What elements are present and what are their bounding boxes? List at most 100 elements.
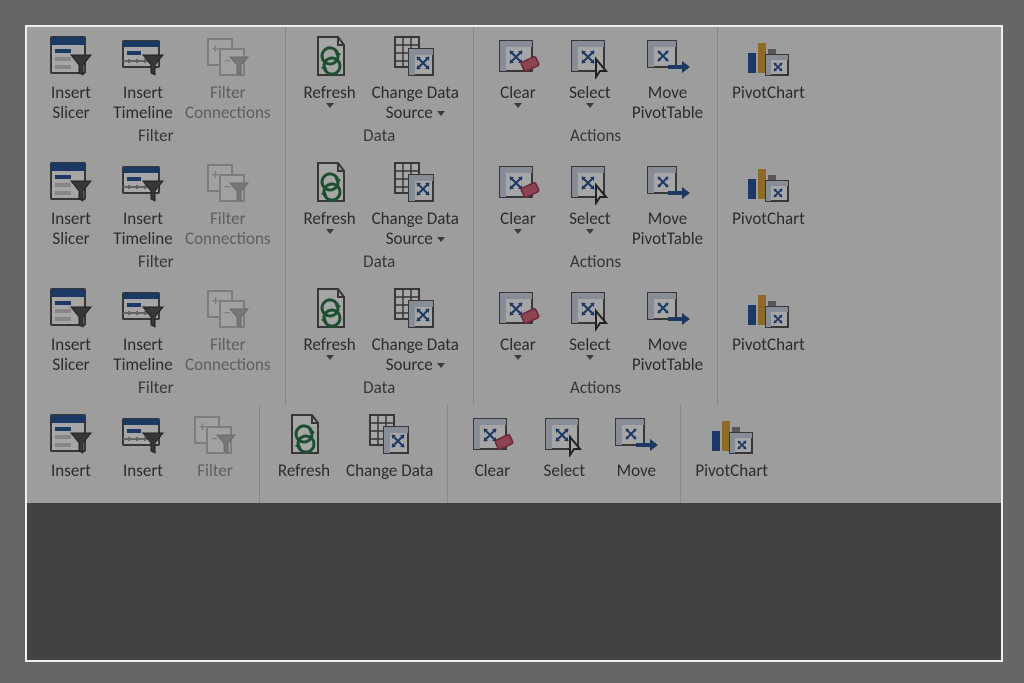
pivotchart-label: PivotChart <box>695 461 768 501</box>
dropdown-caret-icon <box>437 237 445 242</box>
group-filter: InsertInsertFilter <box>27 405 260 503</box>
dropdown-caret-icon <box>514 103 522 108</box>
clear-label: Clear <box>500 335 536 375</box>
timeline-icon <box>121 413 165 457</box>
ribbon-row: InsertSlicerInsertTimelineFilterConnecti… <box>27 279 1001 405</box>
filter-connections-label: FilterConnections <box>185 209 271 249</box>
clear-button[interactable]: Clear <box>482 285 554 375</box>
move-pivottable-label: MovePivotTable <box>632 209 703 249</box>
change-data-source-label: Change DataSource <box>372 335 459 375</box>
slicer-icon <box>49 35 93 79</box>
insert-slicer-label: InsertSlicer <box>51 83 91 123</box>
select-button[interactable]: Select <box>528 411 600 501</box>
select-button[interactable]: Select <box>554 159 626 249</box>
pivotchart-button[interactable]: PivotChart <box>726 159 811 249</box>
move-pivottable-button[interactable]: MovePivotTable <box>626 159 709 249</box>
insert-slicer-button[interactable]: InsertSlicer <box>35 33 107 123</box>
group-data: RefreshChange Data <box>260 405 448 503</box>
move-pivottable-label: Move <box>617 461 656 501</box>
dropdown-caret-icon <box>586 355 594 360</box>
slicer-icon <box>49 413 93 457</box>
insert-slicer-label: Insert <box>51 461 91 501</box>
filter-connections-icon <box>206 161 250 205</box>
move-pivottable-button[interactable]: MovePivotTable <box>626 285 709 375</box>
group-title-actions: Actions <box>570 123 621 151</box>
refresh-button[interactable]: Refresh <box>294 159 366 249</box>
insert-slicer-button[interactable]: InsertSlicer <box>35 159 107 249</box>
pivotchart-button[interactable]: PivotChart <box>726 285 811 375</box>
pivotchart-button[interactable]: PivotChart <box>689 411 774 501</box>
filter-connections-button: FilterConnections <box>179 285 277 375</box>
group-tools: PivotChart <box>718 27 819 153</box>
select-button[interactable]: Select <box>554 33 626 123</box>
pivot-chart-icon <box>710 413 754 457</box>
timeline-icon <box>121 161 165 205</box>
clear-button[interactable]: Clear <box>482 159 554 249</box>
dropdown-caret-icon <box>326 103 334 108</box>
select-button[interactable]: Select <box>554 285 626 375</box>
group-title-actions: Actions <box>570 375 621 403</box>
dropdown-caret-icon <box>514 355 522 360</box>
dropdown-caret-icon <box>586 103 594 108</box>
timeline-icon <box>121 35 165 79</box>
pivotchart-label: PivotChart <box>732 335 805 375</box>
insert-timeline-label: InsertTimeline <box>113 209 172 249</box>
group-data: Refresh Change DataSourceData <box>286 153 474 279</box>
change-data-source-label: Change DataSource <box>372 209 459 249</box>
clear-label: Clear <box>500 83 536 123</box>
insert-timeline-label: Insert <box>123 461 163 501</box>
select-label: Select <box>569 335 611 375</box>
clear-label: Clear <box>475 461 511 501</box>
pivotchart-label: PivotChart <box>732 83 805 123</box>
group-tools: PivotChart <box>681 405 782 503</box>
dropdown-caret-icon <box>586 229 594 234</box>
change-data-source-label: Change Data <box>346 461 433 501</box>
move-pivottable-button[interactable]: Move <box>600 411 672 501</box>
insert-timeline-button[interactable]: Insert <box>107 411 179 501</box>
change-data-source-icon <box>393 287 437 331</box>
group-title-filter: Filter <box>138 375 174 403</box>
group-data: RefreshChange DataSourceData <box>286 279 474 405</box>
filter-connections-label: FilterConnections <box>185 83 271 123</box>
refresh-label: Refresh <box>303 335 355 375</box>
dropdown-caret-icon <box>326 355 334 360</box>
change-data-source-icon <box>393 35 437 79</box>
filter-connections-icon <box>193 413 237 457</box>
change-data-source-button[interactable]: Change DataSource <box>366 33 465 123</box>
change-data-source-button[interactable]: Change DataSource <box>366 285 465 375</box>
move-pivottable-button[interactable]: MovePivotTable <box>626 33 709 123</box>
move-pivottable-label: MovePivotTable <box>632 335 703 375</box>
change-data-source-button[interactable]: Change DataSource <box>366 159 465 249</box>
change-data-source-icon <box>393 161 437 205</box>
refresh-icon <box>308 35 352 79</box>
pivot-chart-icon <box>746 161 790 205</box>
move-pivot-icon <box>646 35 690 79</box>
refresh-icon <box>282 413 326 457</box>
refresh-label: Refresh <box>303 209 355 249</box>
group-title-filter: Filter <box>138 123 174 151</box>
insert-timeline-button[interactable]: InsertTimeline <box>107 33 179 123</box>
group-filter: InsertSlicer InsertTimelineFilterConnecti… <box>27 27 286 153</box>
insert-timeline-button[interactable]: InsertTimeline <box>107 159 179 249</box>
clear-label: Clear <box>500 209 536 249</box>
filter-connections-button: FilterConnections <box>179 159 277 249</box>
refresh-button[interactable]: Refresh <box>294 285 366 375</box>
insert-timeline-button[interactable]: InsertTimeline <box>107 285 179 375</box>
clear-button[interactable]: Clear <box>482 33 554 123</box>
ribbon-row: InsertSlicerInsertTimeline FilterConnecti… <box>27 153 1001 279</box>
group-title-data: Data <box>363 123 395 151</box>
pivot-chart-icon <box>746 287 790 331</box>
change-data-source-button[interactable]: Change Data <box>340 411 439 501</box>
move-pivot-icon <box>646 161 690 205</box>
refresh-icon <box>308 287 352 331</box>
pivotchart-button[interactable]: PivotChart <box>726 33 811 123</box>
refresh-button[interactable]: Refresh <box>294 33 366 123</box>
refresh-label: Refresh <box>303 83 355 123</box>
filter-connections-label: FilterConnections <box>185 335 271 375</box>
insert-slicer-button[interactable]: InsertSlicer <box>35 285 107 375</box>
group-filter: InsertSlicerInsertTimeline FilterConnecti… <box>27 153 286 279</box>
refresh-button[interactable]: Refresh <box>268 411 340 501</box>
insert-slicer-button[interactable]: Insert <box>35 411 107 501</box>
group-title-data: Data <box>363 249 395 277</box>
clear-button[interactable]: Clear <box>456 411 528 501</box>
